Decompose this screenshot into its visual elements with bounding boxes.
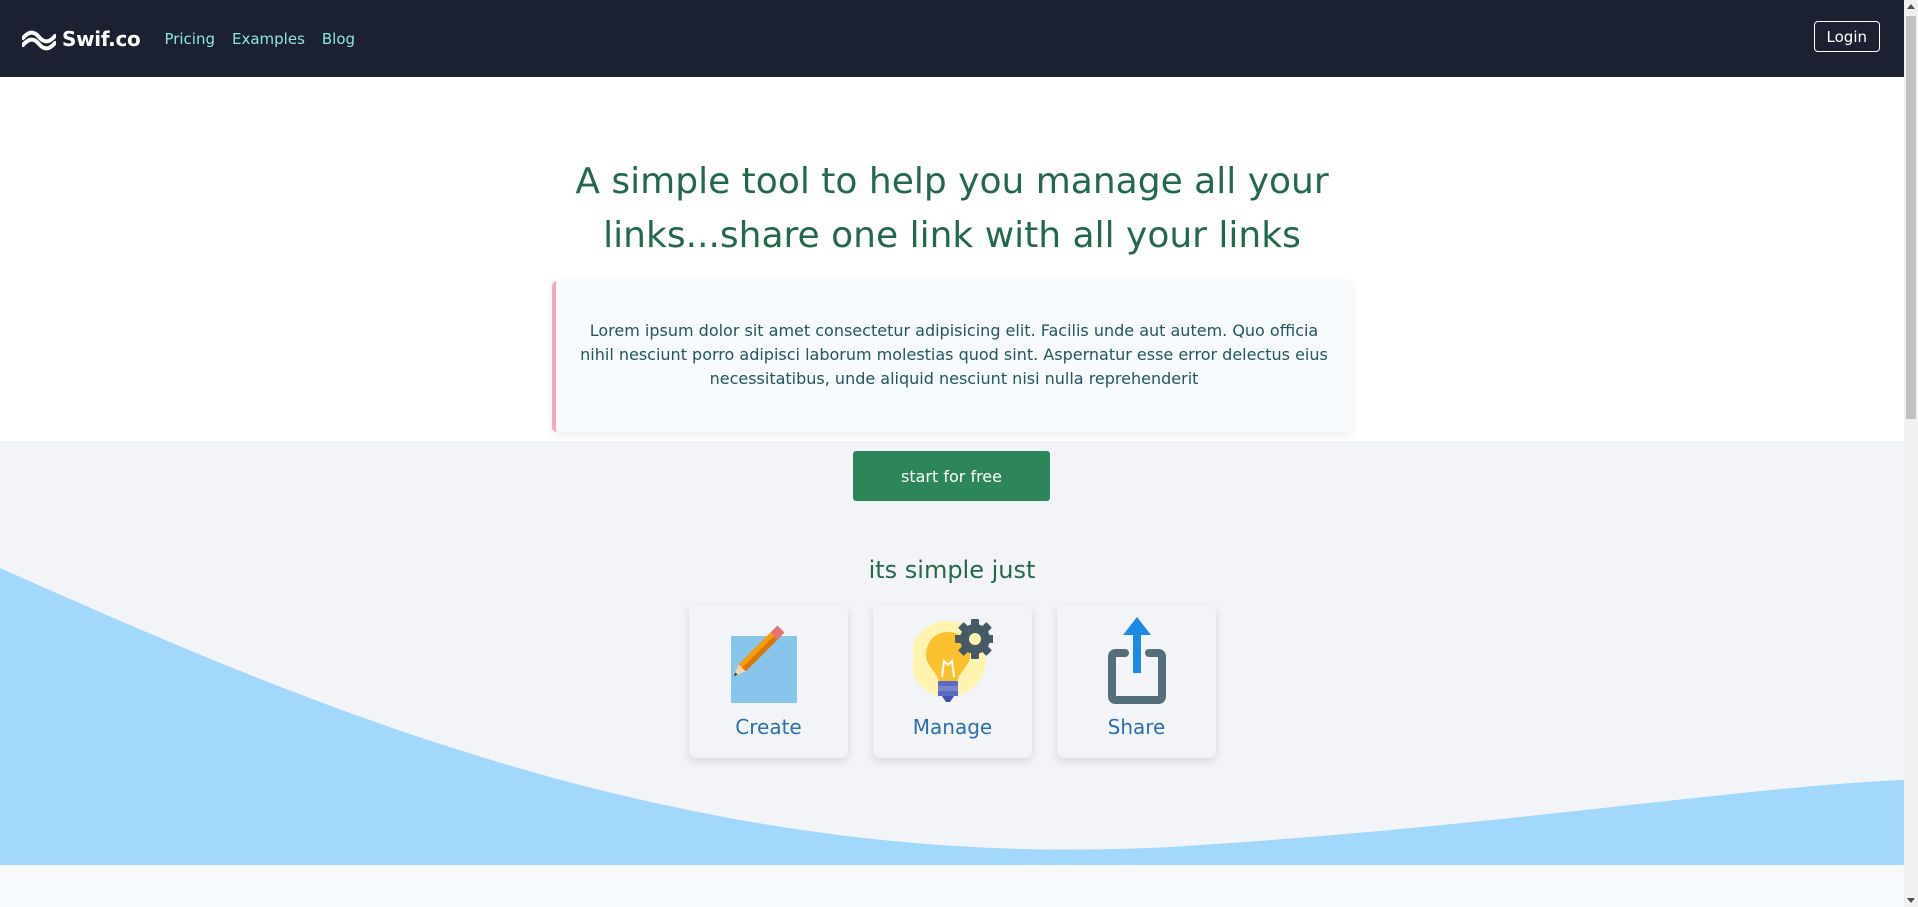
pencil-icon	[731, 625, 797, 703]
nav-link-pricing[interactable]: Pricing	[164, 30, 215, 48]
share-icon	[1108, 617, 1166, 704]
brand-logo-link[interactable]: Swif.co	[22, 26, 141, 51]
scroll-up-arrow-icon[interactable]	[1907, 4, 1915, 9]
wave-logo-icon	[22, 30, 56, 50]
step-card-create[interactable]: Create	[689, 605, 848, 758]
step-card-share[interactable]: Share	[1057, 605, 1216, 758]
login-button[interactable]: Login	[1813, 21, 1880, 52]
hero-description: Lorem ipsum dolor sit amet consectetur a…	[580, 321, 1328, 388]
step-label-create: Create	[735, 715, 802, 739]
nav-link-blog[interactable]: Blog	[322, 30, 355, 48]
lightbulb-gear-icon	[913, 619, 993, 702]
brand-name: Swif.co	[62, 26, 141, 51]
step-label-share: Share	[1107, 715, 1166, 739]
vertical-scrollbar[interactable]	[1904, 0, 1918, 907]
top-navbar: Swif.co Pricing Examples Blog Login	[0, 0, 1904, 77]
nav-links: Pricing Examples Blog	[164, 30, 372, 48]
scrollbar-thumb[interactable]	[1906, 16, 1916, 419]
hero-headline: A simple tool to help you manage all you…	[575, 161, 1329, 256]
hero-description-box: Lorem ipsum dolor sit amet consectetur a…	[552, 281, 1352, 432]
scroll-down-arrow-icon[interactable]	[1907, 898, 1915, 903]
steps-title: its simple just	[868, 556, 1036, 584]
start-free-button[interactable]: start for free	[853, 451, 1050, 501]
next-section	[0, 865, 1904, 907]
nav-link-examples[interactable]: Examples	[232, 30, 305, 48]
step-label-manage: Manage	[912, 715, 993, 739]
step-card-manage[interactable]: Manage	[873, 605, 1032, 758]
